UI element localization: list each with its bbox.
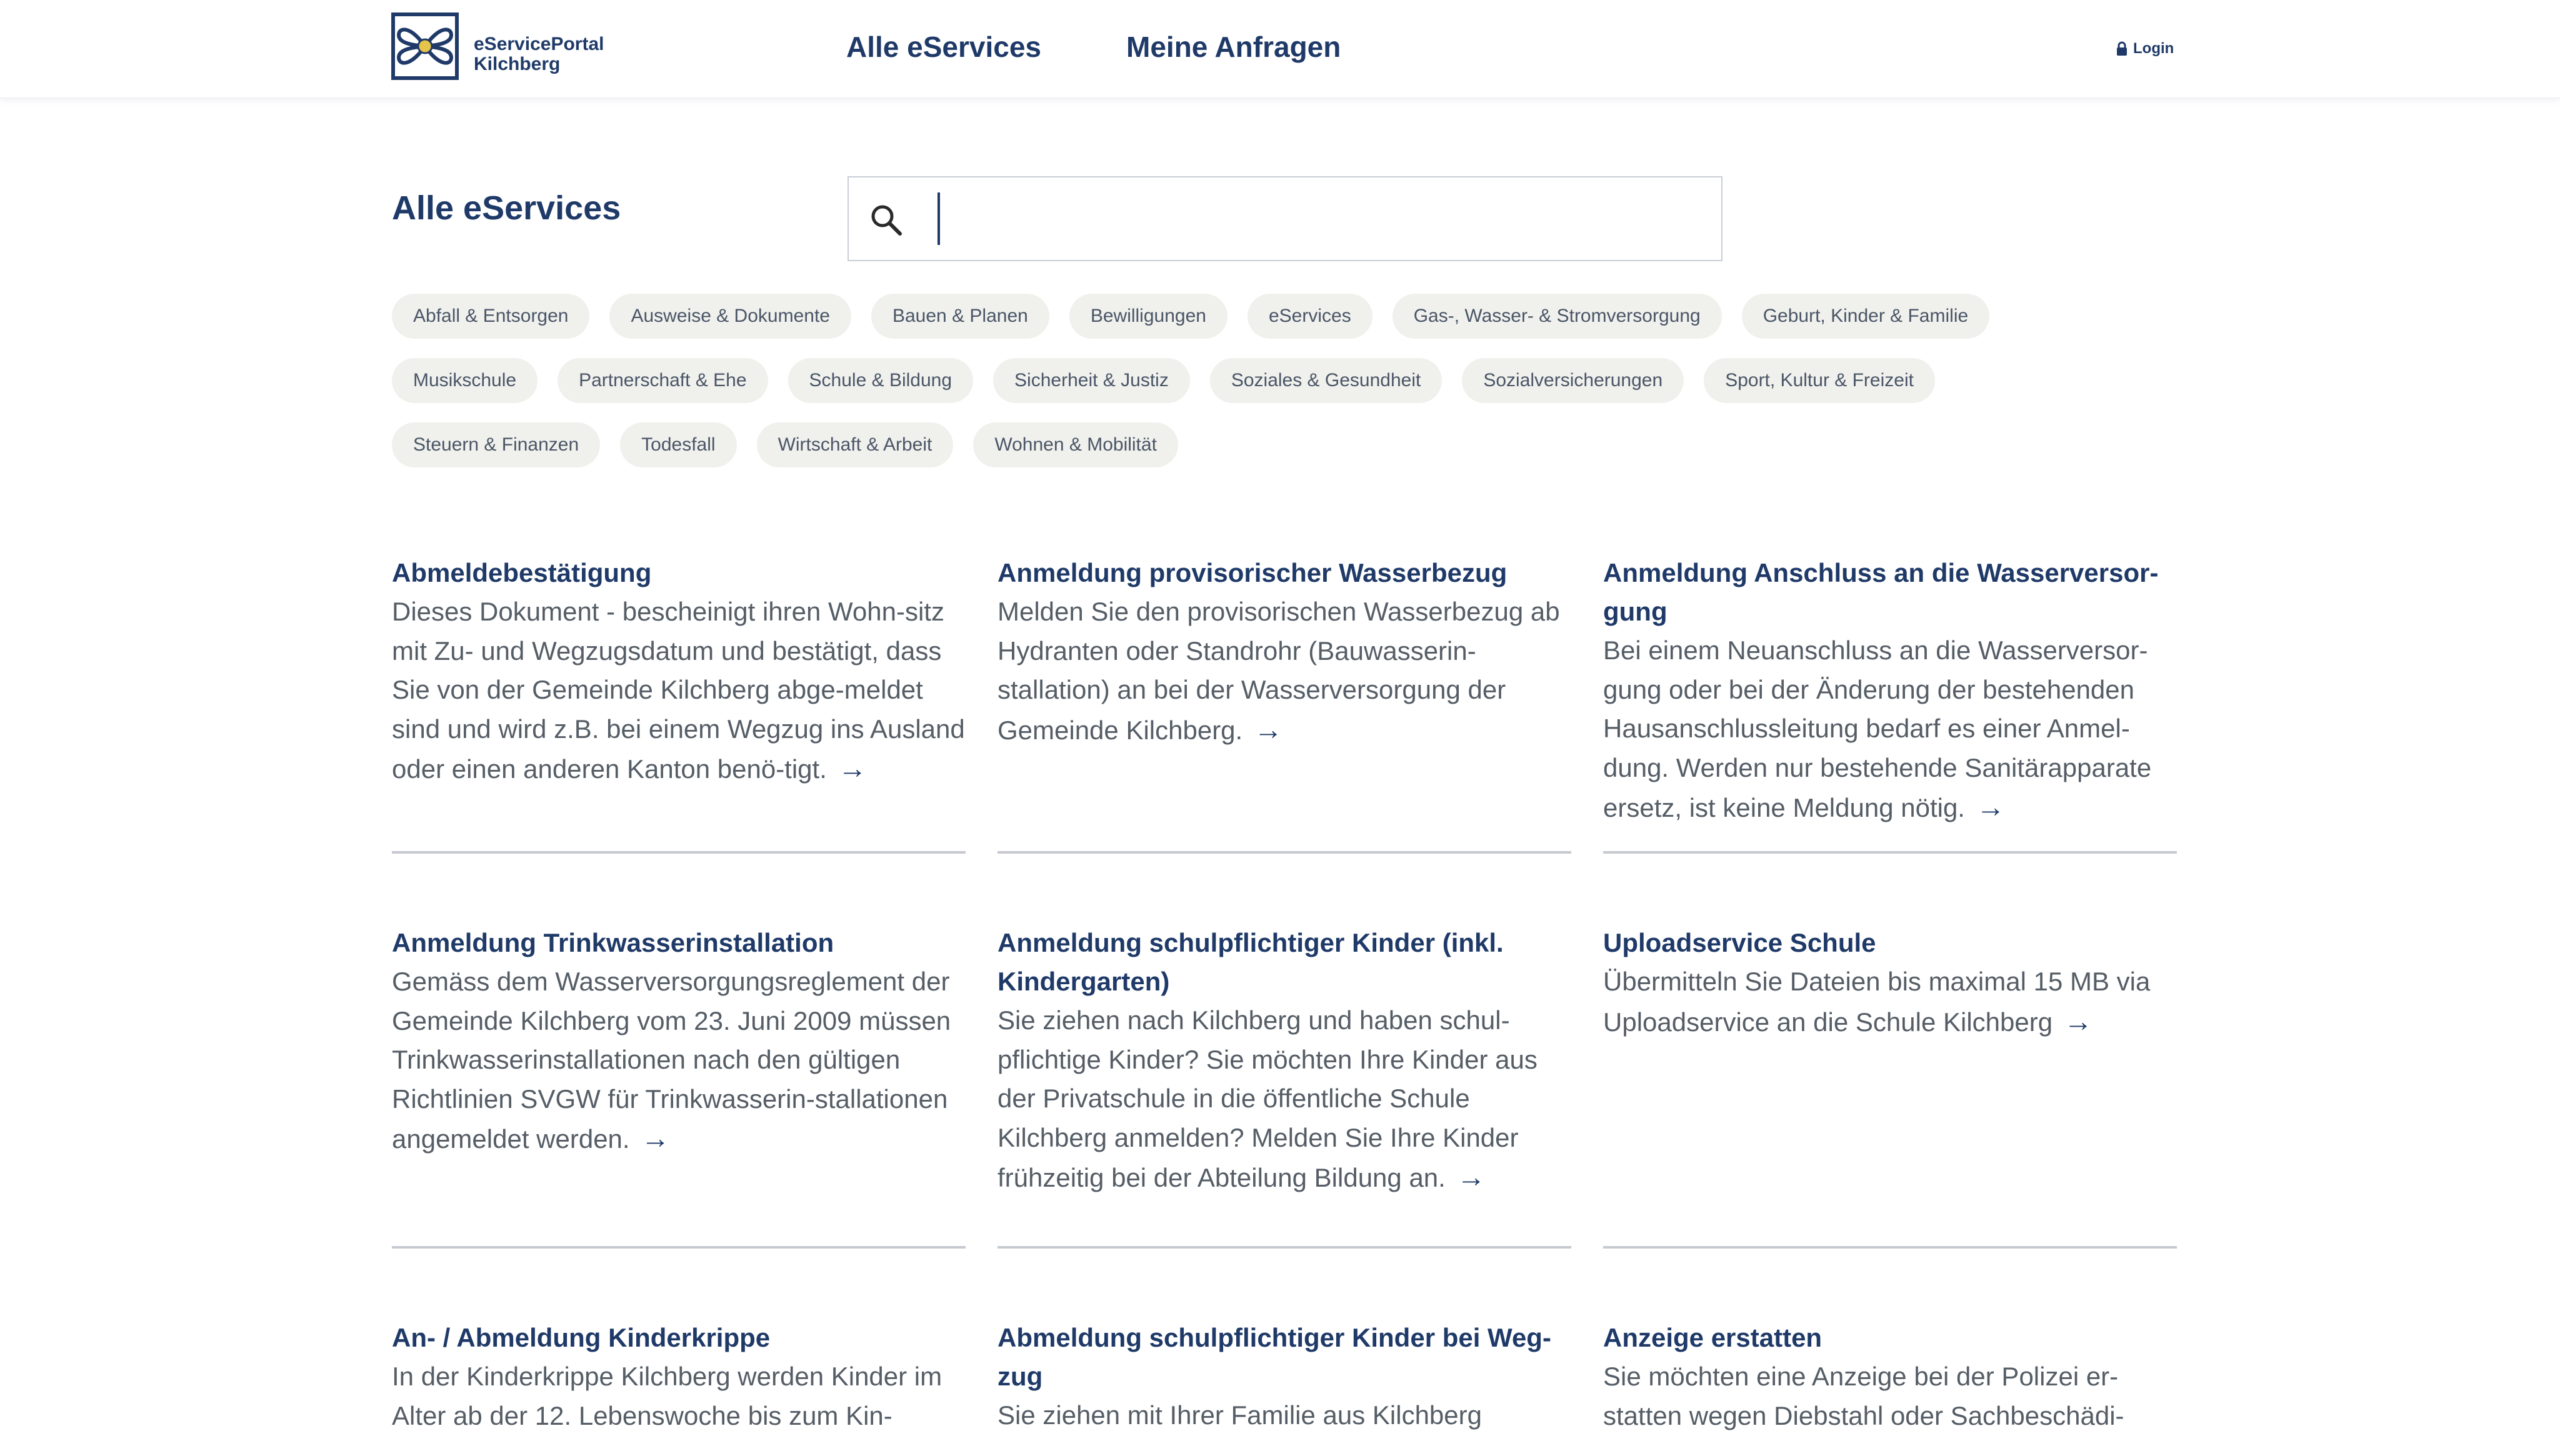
service-title[interactable]: Anmeldung Trinkwasserinstallation bbox=[392, 924, 966, 962]
chip-row: Steuern & Finanzen Todesfall Wirtschaft … bbox=[392, 422, 2179, 467]
category-chip[interactable]: Schule & Bildung bbox=[788, 358, 974, 403]
service-description: Übermitteln Sie Dateien bis maximal 15 M… bbox=[1603, 962, 2177, 1042]
service-description-text: Bei einem Neuanschluss an die Wasservers… bbox=[1603, 636, 2152, 822]
service-card[interactable]: Uploadservice Schule Übermitteln Sie Dat… bbox=[1603, 924, 2177, 1249]
service-title[interactable]: Anmeldung schulpflichtiger Kinder (inkl.… bbox=[998, 924, 1571, 1001]
login-label: Login bbox=[2133, 40, 2174, 57]
nav-all-eservices[interactable]: Alle eServices bbox=[846, 30, 1041, 64]
category-chip[interactable]: Soziales & Gesundheit bbox=[1209, 358, 1442, 403]
category-chip[interactable]: Sport, Kultur & Freizeit bbox=[1704, 358, 1935, 403]
service-card[interactable]: An- / Abmeldung Kinderkrippe In der Kind… bbox=[392, 1319, 966, 1456]
category-chip[interactable]: Bauen & Planen bbox=[871, 294, 1049, 339]
arrow-right-icon[interactable]: → bbox=[2064, 1002, 2092, 1041]
category-chip[interactable]: Musikschule bbox=[392, 358, 538, 403]
flower-logo-icon bbox=[391, 12, 459, 80]
logo-line-2: Kilchberg bbox=[474, 54, 561, 74]
service-description: Sie möchten eine Anzeige bei der Polizei… bbox=[1603, 1362, 2124, 1430]
service-title[interactable]: Abmeldung schulpflichtiger Kinder bei We… bbox=[998, 1319, 1571, 1396]
logo[interactable]: eServicePortal Kilchberg bbox=[391, 12, 604, 80]
category-chip[interactable]: Wohnen & Mobilität bbox=[973, 422, 1178, 467]
service-description: Sie ziehen mit Ihrer Familie aus Kilchbe… bbox=[998, 1400, 1482, 1430]
category-chip[interactable]: Sozialversicherungen bbox=[1462, 358, 1684, 403]
category-chip[interactable]: Sicherheit & Justiz bbox=[993, 358, 1190, 403]
arrow-right-icon[interactable]: → bbox=[838, 749, 867, 788]
service-description-text: Dieses Dokument - bescheinigt ihren Wohn… bbox=[392, 597, 965, 784]
service-title[interactable]: Anmeldung Anschluss an die Wasserversor-… bbox=[1603, 554, 2177, 631]
service-title[interactable]: Anzeige erstatten bbox=[1603, 1319, 2177, 1357]
search-box[interactable] bbox=[848, 176, 1722, 261]
service-description: Bei einem Neuanschluss an die Wasservers… bbox=[1603, 631, 2177, 828]
service-card[interactable]: Anmeldung provisorischer Wasserbezug Mel… bbox=[998, 554, 1571, 854]
service-description: In der Kinderkrippe Kilchberg werden Kin… bbox=[392, 1362, 942, 1430]
service-card[interactable]: Anmeldung schulpflichtiger Kinder (inkl.… bbox=[998, 924, 1571, 1249]
category-chip[interactable]: Bewilligungen bbox=[1069, 294, 1228, 339]
top-header: eServicePortal Kilchberg Alle eServices … bbox=[0, 0, 2560, 99]
service-card[interactable]: Anzeige erstatten Sie möchten eine Anzei… bbox=[1603, 1319, 2177, 1456]
arrow-right-icon[interactable]: → bbox=[1976, 787, 2005, 827]
page-title: Alle eServices bbox=[392, 189, 621, 227]
nav-my-requests[interactable]: Meine Anfragen bbox=[1126, 30, 1341, 64]
service-description: Melden Sie den provisorischen Wasserbezu… bbox=[998, 592, 1571, 750]
service-description: Sie ziehen nach Kilchberg und haben schu… bbox=[998, 1001, 1571, 1198]
category-chip[interactable]: Abfall & Entsorgen bbox=[392, 294, 590, 339]
category-chip[interactable]: Gas-, Wasser- & Stromversorgung bbox=[1392, 294, 1722, 339]
chip-row: Abfall & Entsorgen Ausweise & Dokumente … bbox=[392, 294, 2179, 339]
logo-line-1: eServicePortal bbox=[474, 34, 604, 54]
service-card[interactable]: Anmeldung Anschluss an die Wasserversor-… bbox=[1603, 554, 2177, 854]
service-card[interactable]: Abmeldebestätigung Dieses Dokument - bes… bbox=[392, 554, 966, 854]
category-filter: Abfall & Entsorgen Ausweise & Dokumente … bbox=[392, 294, 2179, 487]
text-caret bbox=[938, 192, 940, 245]
service-description: Dieses Dokument - bescheinigt ihren Wohn… bbox=[392, 592, 966, 789]
arrow-right-icon[interactable]: → bbox=[641, 1119, 670, 1158]
service-title[interactable]: Uploadservice Schule bbox=[1603, 924, 2177, 962]
service-title[interactable]: Anmeldung provisorischer Wasserbezug bbox=[998, 554, 1571, 592]
lock-icon bbox=[2117, 41, 2127, 56]
service-list: Abmeldebestätigung Dieses Dokument - bes… bbox=[392, 554, 2177, 1456]
category-chip[interactable]: Geburt, Kinder & Familie bbox=[1741, 294, 1990, 339]
search-icon[interactable] bbox=[869, 202, 904, 237]
category-chip[interactable]: Partnerschaft & Ehe bbox=[558, 358, 768, 403]
arrow-right-icon[interactable]: → bbox=[1457, 1157, 1486, 1197]
arrow-right-icon[interactable]: → bbox=[1254, 710, 1282, 749]
logo-text: eServicePortal Kilchberg bbox=[474, 34, 604, 74]
login-link[interactable]: Login bbox=[2116, 40, 2174, 57]
service-card[interactable]: Abmeldung schulpflichtiger Kinder bei We… bbox=[998, 1319, 1571, 1456]
main-nav: Alle eServices Meine Anfragen bbox=[846, 30, 1426, 64]
service-title[interactable]: An- / Abmeldung Kinderkrippe bbox=[392, 1319, 966, 1357]
category-chip[interactable]: eServices bbox=[1247, 294, 1372, 339]
category-chip[interactable]: Steuern & Finanzen bbox=[392, 422, 601, 467]
service-title[interactable]: Abmeldebestätigung bbox=[392, 554, 966, 592]
search-input[interactable] bbox=[934, 190, 1709, 249]
category-chip[interactable]: Todesfall bbox=[620, 422, 737, 467]
service-description: Gemäss dem Wasserversorgungsreglement de… bbox=[392, 962, 966, 1159]
category-chip[interactable]: Wirtschaft & Arbeit bbox=[756, 422, 954, 467]
category-chip[interactable]: Ausweise & Dokumente bbox=[609, 294, 851, 339]
chip-row: Musikschule Partnerschaft & Ehe Schule &… bbox=[392, 358, 2179, 403]
service-card[interactable]: Anmeldung Trinkwasserinstallation Gemäss… bbox=[392, 924, 966, 1249]
service-description-text: Gemäss dem Wasserversorgungsreglement de… bbox=[392, 967, 951, 1154]
